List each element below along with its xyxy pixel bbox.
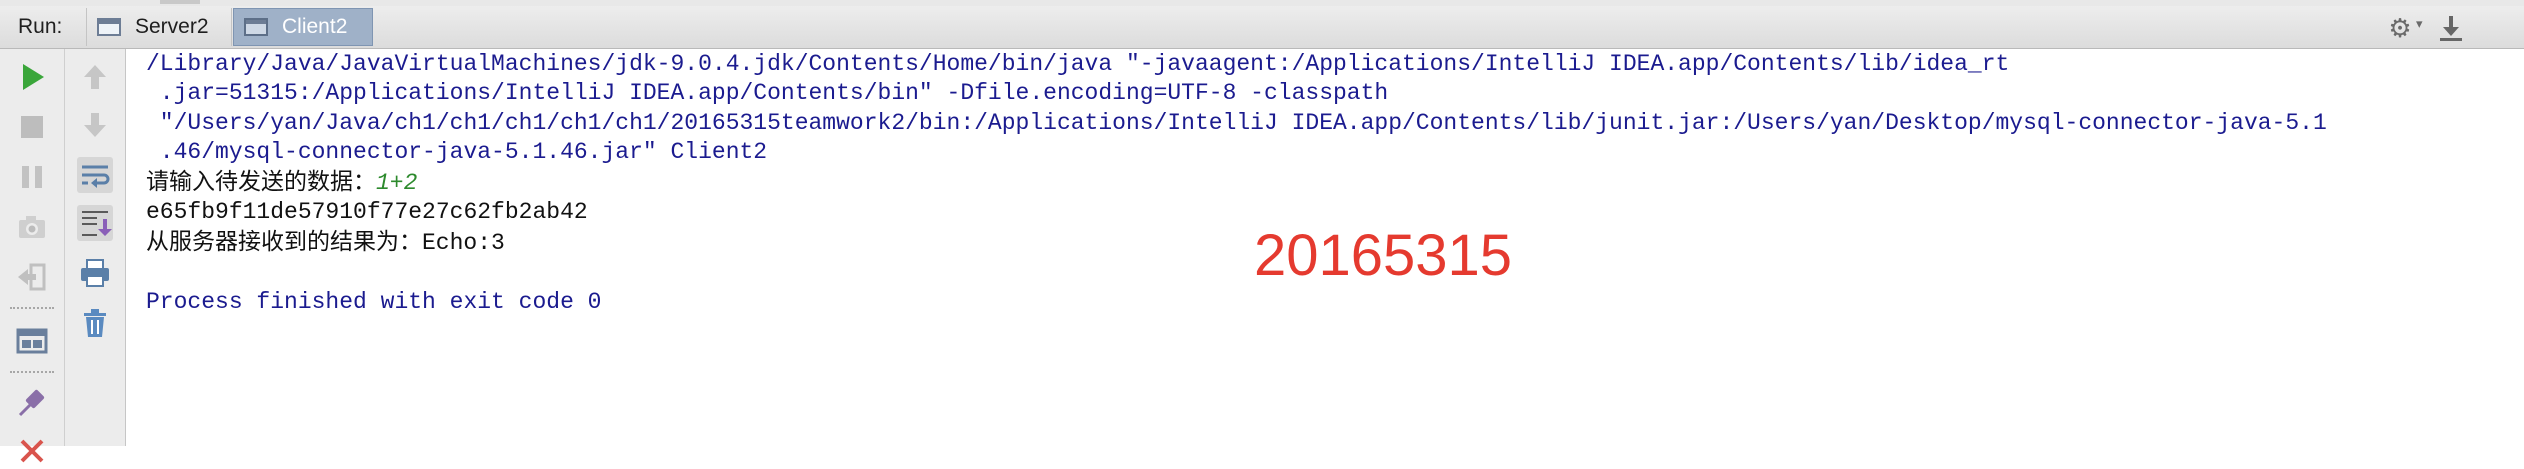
console-window-icon — [244, 16, 270, 38]
print-icon[interactable] — [77, 255, 113, 291]
restore-layout-icon[interactable] — [14, 323, 50, 359]
console-window-icon — [97, 16, 123, 38]
tab-client2[interactable]: Client2 — [233, 8, 373, 46]
toolbar-separator — [10, 371, 54, 373]
command-line: /Library/Java/JavaVirtualMachines/jdk-9.… — [146, 51, 2010, 77]
toolbar-separator — [10, 307, 54, 309]
run-label: Run: — [18, 15, 63, 38]
stop-icon[interactable] — [14, 109, 50, 145]
soft-wrap-icon[interactable] — [77, 157, 113, 193]
console-toolbar — [65, 49, 126, 446]
result-prefix: 从服务器接收到的结果为： — [146, 229, 422, 255]
tab-label: Server2 — [135, 15, 209, 38]
down-arrow-icon[interactable] — [77, 107, 113, 143]
tab-label: Client2 — [282, 15, 348, 38]
watermark-student-id: 20165315 — [1254, 223, 1513, 288]
hash-line: e65fb9f11de57910f77e27c62fb2ab42 — [146, 199, 588, 225]
dump-threads-icon[interactable] — [14, 209, 50, 245]
settings-gear-icon[interactable]: ⚙ — [2386, 15, 2414, 41]
console-output[interactable]: /Library/Java/JavaVirtualMachines/jdk-9.… — [126, 49, 2524, 446]
result-value: Echo:3 — [422, 230, 505, 256]
up-arrow-icon[interactable] — [77, 59, 113, 95]
pin-tab-icon[interactable] — [14, 385, 50, 421]
command-line: "/Users/yan/Java/ch1/ch1/ch1/ch1/ch1/201… — [146, 110, 2327, 136]
user-input-text: 1+2 — [376, 170, 418, 196]
trash-icon[interactable] — [77, 305, 113, 341]
exit-icon[interactable] — [14, 259, 50, 295]
run-tab-bar: Run: Server2 Client2 ⚙ ▾ — [0, 6, 2524, 49]
prompt-text: 请输入待发送的数据： — [146, 169, 376, 195]
close-icon[interactable] — [14, 433, 50, 469]
exit-status-line: Process finished with exit code 0 — [146, 289, 602, 315]
tab-server2[interactable]: Server2 — [86, 8, 232, 46]
run-icon[interactable] — [14, 59, 50, 95]
result-line: 从服务器接收到的结果为：Echo:3 — [146, 227, 505, 258]
command-line: .46/mysql-connector-java-5.1.46.jar" Cli… — [146, 139, 768, 165]
chevron-down-icon[interactable]: ▾ — [2416, 16, 2423, 32]
run-toolbar-left — [0, 49, 65, 463]
scroll-to-end-icon[interactable] — [77, 205, 113, 241]
command-line: .jar=51315:/Applications/IntelliJ IDEA.a… — [146, 80, 1389, 106]
prompt-line: 请输入待发送的数据：1+2 — [146, 167, 417, 198]
pin-down-icon[interactable] — [2440, 16, 2464, 42]
pause-icon[interactable] — [14, 159, 50, 195]
